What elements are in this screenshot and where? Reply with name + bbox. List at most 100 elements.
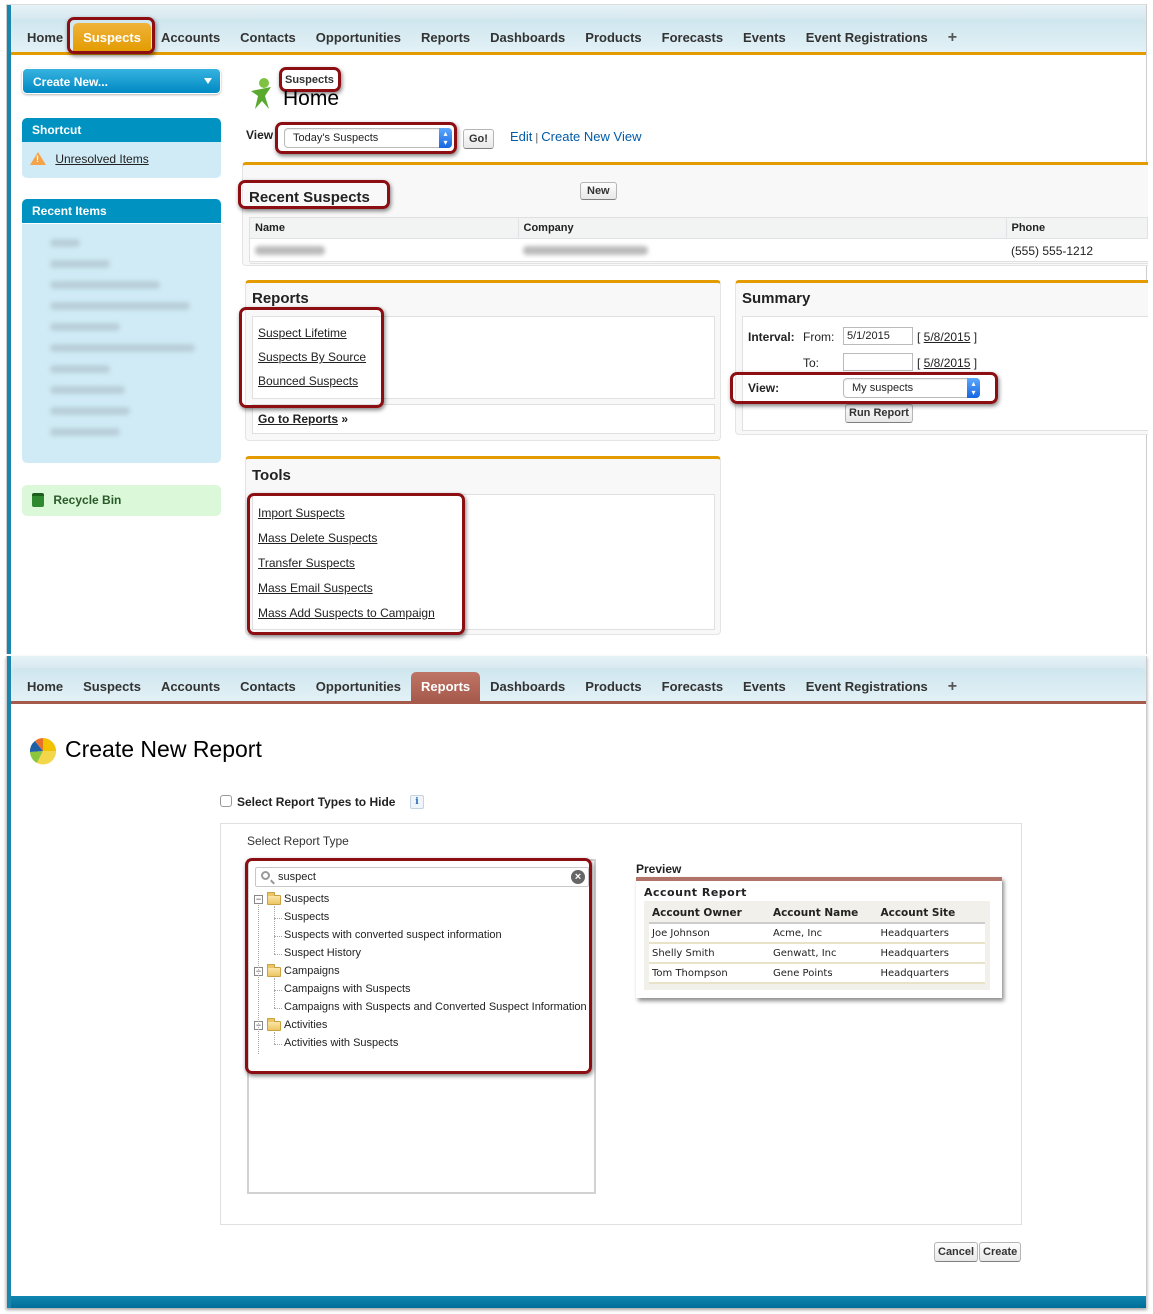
recent-item[interactable] [50,344,195,352]
tree-item[interactable]: Suspect History [284,947,361,959]
recent-item[interactable] [50,281,160,289]
tree-item[interactable]: Campaigns with Suspects and Converted Su… [284,1001,587,1013]
tree-connector [274,990,282,991]
report-type-search[interactable]: suspect × [255,867,589,887]
preview-cell: Shelly Smith [649,943,770,964]
create-button[interactable]: Create [979,1242,1022,1262]
tab-suspects[interactable]: Suspects [73,672,151,701]
add-tab-plus-icon[interactable]: + [938,23,967,52]
tab-suspects[interactable]: Suspects [73,23,151,52]
tab-dashboards[interactable]: Dashboards [480,23,575,52]
tab-events[interactable]: Events [733,672,796,701]
recent-item[interactable] [50,428,120,436]
go-to-reports-link[interactable]: Go to Reports [258,412,338,426]
tab-products[interactable]: Products [575,23,651,52]
tree-folder[interactable]: Activities [284,1019,327,1031]
tree-item[interactable]: Activities with Suspects [284,1037,398,1049]
tree-connector [274,1044,282,1045]
tree-item[interactable]: Suspects [284,911,329,923]
new-suspect-button[interactable]: New [580,182,617,200]
table-header-row: Name Company Phone [250,218,1148,239]
preview-header-row: Account Owner Account Name Account Site [649,905,985,924]
report-type-box: Select Report Type suspect × − Suspects Su… [220,823,1022,1225]
tool-link-mass-email[interactable]: Mass Email Suspects [258,581,709,595]
tab-contacts[interactable]: Contacts [230,672,306,701]
recent-suspects-title: Recent Suspects [249,189,370,206]
tree-item[interactable]: Suspects with converted suspect informat… [284,929,502,941]
column-header-name[interactable]: Name [250,218,519,239]
clear-search-icon[interactable]: × [571,870,585,884]
tab-reports[interactable]: Reports [411,23,480,52]
cell-name[interactable] [250,238,518,264]
recent-item[interactable] [50,323,120,331]
view-links: Edit | Create New View [510,129,641,144]
go-button[interactable]: Go! [463,129,494,149]
tab-event-registrations[interactable]: Event Registrations [796,23,938,52]
shortcut-panel: Unresolved Items [22,142,221,178]
view-select[interactable]: Today's Suspects ▴ ▾ [284,128,452,148]
tab-opportunities[interactable]: Opportunities [306,23,411,52]
tab-events[interactable]: Events [733,23,796,52]
column-header-phone[interactable]: Phone [1006,218,1148,239]
create-new-dropdown[interactable]: Create New... [22,68,221,94]
recent-item[interactable] [50,407,130,415]
to-date-input[interactable] [843,353,913,371]
tool-link-mass-delete[interactable]: Mass Delete Suspects [258,531,709,545]
report-link-bounced-suspects[interactable]: Bounced Suspects [258,374,709,388]
edit-view-link[interactable]: Edit [510,129,532,144]
from-date-link[interactable]: 5/8/2015 [924,330,971,344]
tree-folder[interactable]: Suspects [284,893,329,905]
tab-opportunities[interactable]: Opportunities [306,672,411,701]
tab-forecasts[interactable]: Forecasts [652,23,733,52]
recent-item[interactable] [50,302,190,310]
shortcut-header: Shortcut [22,118,221,142]
suspects-home-screen: Home Suspects Accounts Contacts Opportunitie… [6,4,1148,654]
tool-link-import[interactable]: Import Suspects [258,506,709,520]
tab-reports[interactable]: Reports [411,672,481,701]
tree-connector [274,906,275,954]
report-link-suspect-lifetime[interactable]: Suspect Lifetime [258,326,709,340]
nav-tab-bar: Home Suspects Accounts Contacts Opportunitie… [11,668,1146,704]
from-date-input[interactable]: 5/1/2015 [843,327,913,345]
recent-item[interactable] [50,260,110,268]
tab-home[interactable]: Home [17,23,73,52]
tree-item[interactable]: Campaigns with Suspects [284,983,411,995]
info-icon[interactable]: i [410,795,424,809]
tab-products[interactable]: Products [575,672,651,701]
summary-view-select[interactable]: My suspects ▴ ▾ [843,378,980,398]
tab-contacts[interactable]: Contacts [230,23,306,52]
collapse-toggle-icon[interactable]: − [254,895,263,904]
tool-link-mass-add-campaign[interactable]: Mass Add Suspects to Campaign [258,606,709,620]
redacted-name [255,246,325,255]
tab-event-registrations[interactable]: Event Registrations [796,672,938,701]
preview-col-name: Account Name [769,905,878,924]
tab-forecasts[interactable]: Forecasts [652,672,733,701]
tab-home[interactable]: Home [17,672,73,701]
tools-title: Tools [252,467,291,484]
tool-link-transfer[interactable]: Transfer Suspects [258,556,709,570]
nav-tab-bar: Home Suspects Accounts Contacts Opportunitie… [11,19,1146,55]
tab-accounts[interactable]: Accounts [151,672,230,701]
report-link-suspects-by-source[interactable]: Suspects By Source [258,350,709,364]
recent-item[interactable] [50,386,125,394]
search-icon [261,871,270,880]
recent-item[interactable] [50,239,80,247]
tree-connector [274,936,282,937]
reports-pie-icon [29,738,57,765]
add-tab-plus-icon[interactable]: + [938,672,967,701]
cancel-button[interactable]: Cancel [934,1242,979,1262]
run-report-button[interactable]: Run Report [845,404,913,423]
recycle-bin-link[interactable]: Recycle Bin [22,485,221,516]
to-date-link[interactable]: 5/8/2015 [924,356,971,370]
hide-report-types-checkbox[interactable] [220,795,232,807]
tab-accounts[interactable]: Accounts [151,23,230,52]
left-accent-bar [7,656,11,1308]
recent-item[interactable] [50,365,110,373]
unresolved-items-link[interactable]: Unresolved Items [55,152,148,166]
column-header-company[interactable]: Company [518,218,1007,239]
interval-label: Interval: [748,330,795,344]
tree-folder[interactable]: Campaigns [284,965,340,977]
view-label: View [246,128,274,142]
tab-dashboards[interactable]: Dashboards [480,672,575,701]
create-new-view-link[interactable]: Create New View [541,129,641,144]
